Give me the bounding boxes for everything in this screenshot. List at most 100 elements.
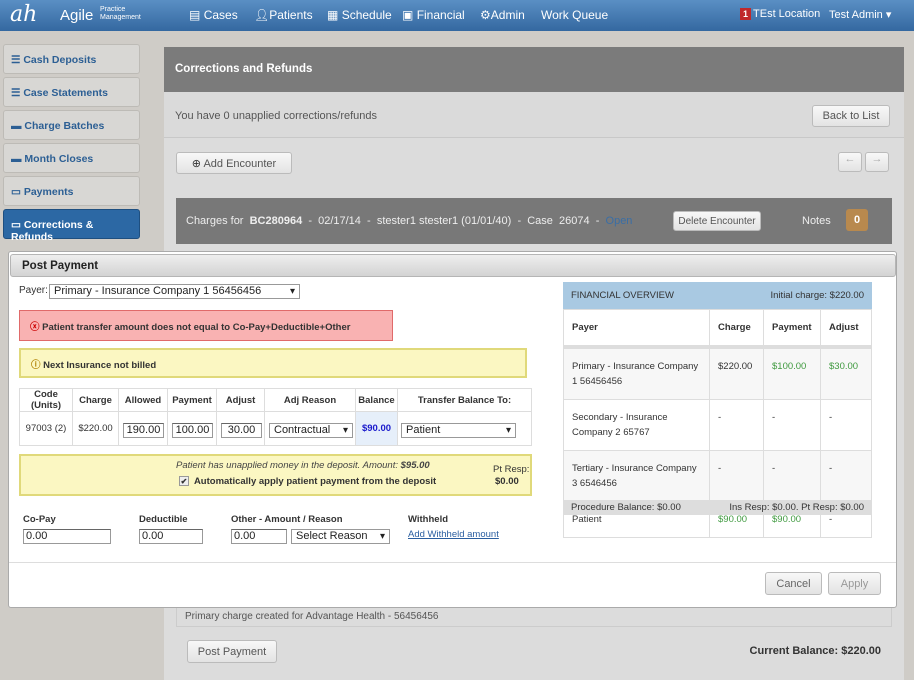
folder-icon: ▬ [11,120,25,132]
encounter-id: BC280964 [249,215,303,227]
sidebar-label: Payments [23,186,74,198]
col-charge: Charge [72,388,119,412]
inbox-icon: ▭ [11,186,24,198]
nav-admin[interactable]: ⚙Admin [480,8,525,22]
folder-icon: ▬ [11,153,25,165]
sidebar-label: Case Statements [23,87,108,99]
other-amount-input[interactable]: 0.00 [231,529,287,544]
nav-label: Cases [203,8,238,22]
prev-arrow-button[interactable]: ← [838,152,862,172]
top-navbar: ah Agile Practice Management ▤ Cases 👤︎P… [0,0,914,31]
nav-work-queue[interactable]: Work Queue [541,8,608,22]
add-withheld-link[interactable]: Add Withheld amount [408,529,499,540]
col-payment: Payment [167,388,217,412]
user-icon: 👤︎ [254,8,270,22]
copay-input[interactable]: 0.00 [23,529,111,544]
col-allowed: Allowed [118,388,168,412]
nav-cases[interactable]: ▤ Cases [189,8,238,22]
sidebar-label: Corrections & Refunds [11,219,94,243]
overview-row: Secondary - Insurance Company 2 65767- - - [563,399,872,451]
nav-financial[interactable]: ▣ Financial [402,8,465,22]
notes-count-button[interactable]: 0 [846,209,868,231]
deductible-input[interactable]: 0.00 [139,529,203,544]
post-payment-button[interactable]: Post Payment [187,640,277,663]
sidebar-item-payments[interactable]: ▭ Payments [3,176,140,206]
nav-patients[interactable]: 👤︎Patients [254,8,313,22]
overview-row: Tertiary - Insurance Company 3 6546456- -… [563,450,872,502]
arrow-left-icon: ← [844,153,856,165]
allowed-input[interactable]: 190.00 [123,423,164,438]
charge-table: Code (Units) Charge Allowed Payment Adjust Ad… [19,388,532,446]
col-balance: Balance [355,388,398,412]
delete-encounter-button[interactable]: Delete Encounter [673,211,761,231]
warning-text: Next Insurance not billed [43,360,157,371]
procedure-balance: Procedure Balance: $0.00 [571,502,681,513]
current-balance: Current Balance: $220.00 [749,645,881,657]
other-reason-select[interactable]: Select Reason [291,529,390,544]
sidebar-item-corrections-refunds[interactable]: ▭ Corrections & Refunds [3,209,140,243]
col-adj-reason: Adj Reason [264,388,356,412]
charge-cell: $220.00 [72,411,119,446]
next-arrow-button[interactable]: → [865,152,889,172]
deductible-label: Deductible [139,514,188,525]
list-icon: ☰ [11,87,24,99]
table-row: 97003 (2) $220.00 190.00 100.00 30.00 Contrac… [19,411,532,446]
add-encounter-button[interactable]: ⊕ Add Encounter [176,152,292,174]
overview-row: Primary - Insurance Company 1 56456456 $2… [563,346,872,400]
sidebar-item-month-closes[interactable]: ▬ Month Closes [3,143,140,173]
encounter-patient: stester1 stester1 (01/01/40) [376,215,512,227]
pt-resp-value: $0.00 [495,476,519,487]
user-label: Test Admin [829,9,883,21]
notes-label: Notes [802,215,831,227]
adj-reason-select[interactable]: Contractual [269,423,353,438]
auto-apply-label[interactable]: Automatically apply patient payment from… [194,476,436,487]
col-adjust: Adjust [216,388,265,412]
user-menu[interactable]: Test Admin ▾ [829,8,891,21]
inbox-icon: ▭ [11,219,24,231]
auto-apply-checkbox[interactable]: ✔ [179,476,189,486]
app-logo[interactable]: ah [10,2,37,27]
other-label: Other - Amount / Reason [231,514,343,525]
payment-input[interactable]: 100.00 [172,423,213,438]
sidebar-item-cash-deposits[interactable]: ☰ Cash Deposits [3,44,140,74]
transfer-balance-select[interactable]: Patient [401,423,516,438]
warning-alert: ⓘ Next Insurance not billed [19,348,527,378]
cancel-button[interactable]: Cancel [765,572,822,595]
error-circle-icon: ⓧ [30,322,40,333]
withheld-label: Withheld [408,514,449,525]
button-label: Add Encounter [203,158,277,170]
responsibility-summary: Ins Resp: $0.00. Pt Resp: $0.00 [729,502,864,513]
apply-button[interactable]: Apply [828,572,881,595]
modal-title: Post Payment [10,254,896,277]
gears-icon: ⚙ [480,8,491,22]
adjust-input[interactable]: 30.00 [221,423,262,438]
sidebar-item-charge-batches[interactable]: ▬ Charge Batches [3,110,140,140]
nav-label: Admin [490,8,525,22]
nav-label: Financial [416,8,465,22]
sidebar-item-case-statements[interactable]: ☰ Case Statements [3,77,140,107]
error-text: Patient transfer amount does not equal t… [42,322,351,333]
location-menu[interactable]: 1 TEst Location [740,8,820,20]
brand-subtitle: Practice Management [100,6,141,21]
chart-icon: ▣ [402,8,414,22]
unapplied-text: You have 0 unapplied corrections/refunds [175,110,378,122]
sidebar-label: Month Closes [24,153,94,165]
sidebar-label: Cash Deposits [23,54,97,66]
nav-schedule[interactable]: ▦ Schedule [327,8,392,22]
payer-label: Payer: [19,285,48,296]
back-to-list-button[interactable]: Back to List [812,105,890,127]
error-alert: ⓧ Patient transfer amount does not equal… [19,310,393,341]
arrow-right-icon: → [871,153,883,165]
plus-circle-icon: ⊕ [191,158,201,170]
list-icon: ☰ [11,54,24,66]
deposit-amount: $95.00 [400,460,430,471]
pt-resp-label: Pt Resp: [493,464,530,475]
sidebar-label: Charge Batches [24,120,105,132]
post-payment-modal: Post Payment Payer: Primary - Insurance … [8,251,897,608]
warning-circle-icon: ⓘ [31,360,41,371]
encounter-status-link[interactable]: Open [606,215,633,227]
payer-select[interactable]: Primary - Insurance Company 1 56456456 [49,284,300,299]
copay-label: Co-Pay [23,514,56,525]
page-title: Corrections and Refunds [164,47,904,92]
case-number: 26074 [559,215,590,227]
